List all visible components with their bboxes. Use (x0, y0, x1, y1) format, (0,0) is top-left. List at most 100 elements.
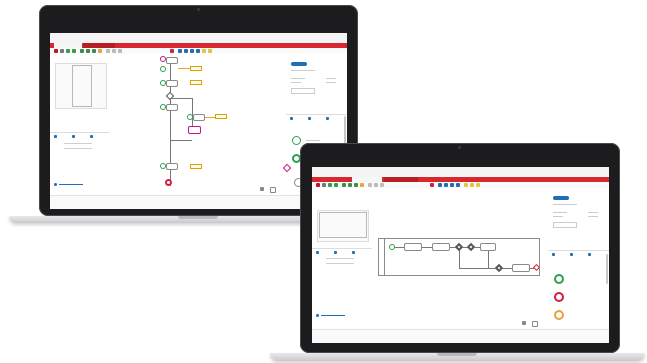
prop-line (588, 216, 598, 217)
overview-viewport[interactable] (72, 65, 92, 107)
task[interactable] (193, 114, 205, 121)
diagram-canvas[interactable] (372, 188, 549, 329)
prop-select[interactable] (553, 222, 577, 228)
add-icon[interactable] (316, 314, 319, 317)
task[interactable] (166, 57, 178, 64)
annotation[interactable] (190, 66, 202, 71)
panel-tab-icon[interactable] (570, 253, 573, 256)
panel-tab-icon[interactable] (316, 251, 319, 254)
toolbar-button[interactable] (196, 49, 200, 53)
toolbar-button[interactable] (430, 183, 434, 187)
task[interactable] (512, 264, 530, 272)
divider (548, 250, 609, 251)
laptop-left-camera (197, 8, 200, 11)
annotation[interactable] (215, 114, 227, 119)
toolbar-button[interactable] (208, 49, 212, 53)
panel-tab-icon[interactable] (326, 117, 329, 120)
list-line (64, 148, 92, 149)
panel-tab-icon[interactable] (552, 253, 555, 256)
annotation[interactable] (190, 164, 202, 169)
task[interactable] (188, 126, 201, 134)
toolbar-button[interactable] (456, 183, 460, 187)
end-event-icon[interactable] (165, 179, 172, 186)
toolbar-button[interactable] (360, 183, 364, 187)
toolbar-button[interactable] (60, 49, 64, 53)
task[interactable] (166, 163, 178, 170)
panel-tab-icon[interactable] (54, 135, 57, 138)
link-line[interactable] (321, 315, 345, 316)
toolbar-button[interactable] (80, 49, 84, 53)
divider (286, 114, 347, 115)
left-panel (50, 54, 111, 195)
toolbar-button[interactable] (72, 49, 76, 53)
toolbar-button[interactable] (92, 49, 96, 53)
laptop-right-notch (437, 353, 477, 356)
event-icon[interactable] (160, 66, 166, 72)
sequence-flow (459, 250, 460, 268)
zoom-icon[interactable] (260, 187, 264, 191)
toolbar-button[interactable] (118, 49, 122, 53)
sequence-flow (192, 98, 193, 128)
sequence-flow (422, 247, 432, 248)
link-line[interactable] (59, 184, 83, 185)
toolbar-button[interactable] (66, 49, 70, 53)
fit-icon[interactable] (532, 321, 538, 327)
toolbar-button[interactable] (86, 49, 90, 53)
toolbar-button[interactable] (380, 183, 384, 187)
toolbar-button[interactable] (444, 183, 448, 187)
toolbar-button[interactable] (464, 183, 468, 187)
laptop-left-notch (178, 216, 218, 219)
add-icon[interactable] (54, 183, 57, 186)
toolbar-button[interactable] (190, 49, 194, 53)
fit-icon[interactable] (270, 187, 276, 193)
toolbar-button[interactable] (178, 49, 182, 53)
toolbar-button[interactable] (322, 183, 326, 187)
toolbar-button[interactable] (374, 183, 378, 187)
toolbar-button[interactable] (354, 183, 358, 187)
task[interactable] (480, 243, 496, 251)
task[interactable] (432, 243, 450, 251)
panel-tab-icon[interactable] (308, 117, 311, 120)
toolbar-button[interactable] (98, 49, 102, 53)
toolbar-button[interactable] (54, 49, 58, 53)
panel-tab-icon[interactable] (72, 135, 75, 138)
toolbar-button[interactable] (106, 49, 110, 53)
zoom-icon[interactable] (522, 321, 526, 325)
toolbar-button[interactable] (438, 183, 442, 187)
toolbar-button[interactable] (476, 183, 480, 187)
toolbar-button[interactable] (450, 183, 454, 187)
toolbar-button[interactable] (470, 183, 474, 187)
panel-tab-icon[interactable] (588, 253, 591, 256)
toolbar-button[interactable] (348, 183, 352, 187)
annotation[interactable] (190, 80, 202, 85)
toolbar-button[interactable] (184, 49, 188, 53)
prop-line (291, 82, 301, 83)
properties-button[interactable] (553, 196, 569, 200)
scrollbar[interactable] (606, 254, 608, 284)
list-line (64, 143, 92, 144)
toolbar-button[interactable] (112, 49, 116, 53)
prop-line (291, 70, 315, 71)
intermediate-event-legend-icon (554, 310, 564, 320)
association-line (178, 68, 190, 69)
toolbar-button[interactable] (170, 49, 174, 53)
panel-tab-icon[interactable] (90, 135, 93, 138)
scrollbar[interactable] (344, 116, 346, 146)
diagram-canvas[interactable] (110, 54, 287, 195)
toolbar-button[interactable] (316, 183, 320, 187)
prop-select[interactable] (291, 88, 315, 94)
task[interactable] (166, 104, 178, 111)
toolbar-button[interactable] (368, 183, 372, 187)
panel-tab-icon[interactable] (334, 251, 337, 254)
panel-tab-icon[interactable] (290, 117, 293, 120)
task[interactable] (404, 243, 422, 251)
toolbar-button[interactable] (328, 183, 332, 187)
legend-line (306, 140, 320, 141)
toolbar-button[interactable] (342, 183, 346, 187)
overview-viewport[interactable] (319, 212, 367, 238)
toolbar-button[interactable] (334, 183, 338, 187)
toolbar-button[interactable] (202, 49, 206, 53)
task[interactable] (166, 80, 178, 87)
properties-button[interactable] (291, 62, 307, 66)
panel-tab-icon[interactable] (352, 251, 355, 254)
